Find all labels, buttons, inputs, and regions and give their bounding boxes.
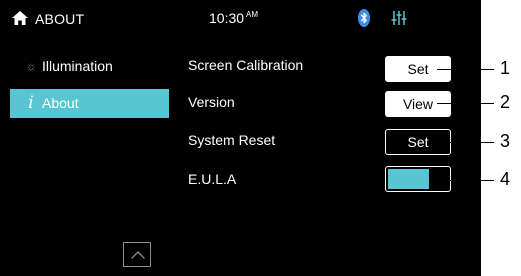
home-icon[interactable] bbox=[12, 11, 28, 25]
equalizer-icon[interactable] bbox=[391, 10, 407, 26]
clock: 10:30 AM bbox=[209, 10, 258, 26]
callout-number-1: 1 bbox=[500, 58, 511, 78]
row-label-eula: E.U.L.A bbox=[188, 171, 237, 187]
clock-ampm: AM bbox=[246, 10, 259, 20]
toggle-knob bbox=[429, 169, 448, 189]
chevron-up-icon bbox=[131, 251, 145, 259]
head-unit-screen: ABOUT 10:30 AM ☼ Illumination i About Scr… bbox=[0, 0, 481, 276]
row-label-screen-calibration: Screen Calibration bbox=[188, 57, 304, 73]
eula-toggle[interactable] bbox=[385, 166, 451, 192]
callout-number-2: 2 bbox=[500, 92, 511, 112]
version-view-button[interactable]: View bbox=[385, 91, 451, 117]
row-label-system-reset: System Reset bbox=[188, 132, 276, 148]
callout-line-2 bbox=[437, 103, 494, 104]
callout-line-4 bbox=[437, 180, 494, 181]
status-bar: ABOUT 10:30 AM bbox=[0, 0, 481, 38]
info-icon: i bbox=[28, 93, 34, 113]
sidebar-item-label: Illumination bbox=[42, 58, 113, 74]
row-label-version: Version bbox=[188, 94, 235, 110]
callout-line-1 bbox=[437, 69, 494, 70]
scroll-up-button[interactable] bbox=[123, 242, 151, 267]
callout-number-4: 4 bbox=[500, 169, 511, 189]
sidebar-item-illumination[interactable]: ☼ Illumination bbox=[10, 52, 169, 81]
sun-icon: ☼ bbox=[25, 59, 37, 73]
sidebar-item-about[interactable]: i About bbox=[10, 89, 169, 118]
screen-title: ABOUT bbox=[35, 11, 85, 27]
callout-line-3 bbox=[437, 142, 494, 143]
clock-time: 10:30 bbox=[209, 10, 245, 26]
sidebar-item-label: About bbox=[42, 95, 79, 111]
bluetooth-icon bbox=[358, 9, 370, 27]
callout-number-3: 3 bbox=[500, 131, 511, 151]
